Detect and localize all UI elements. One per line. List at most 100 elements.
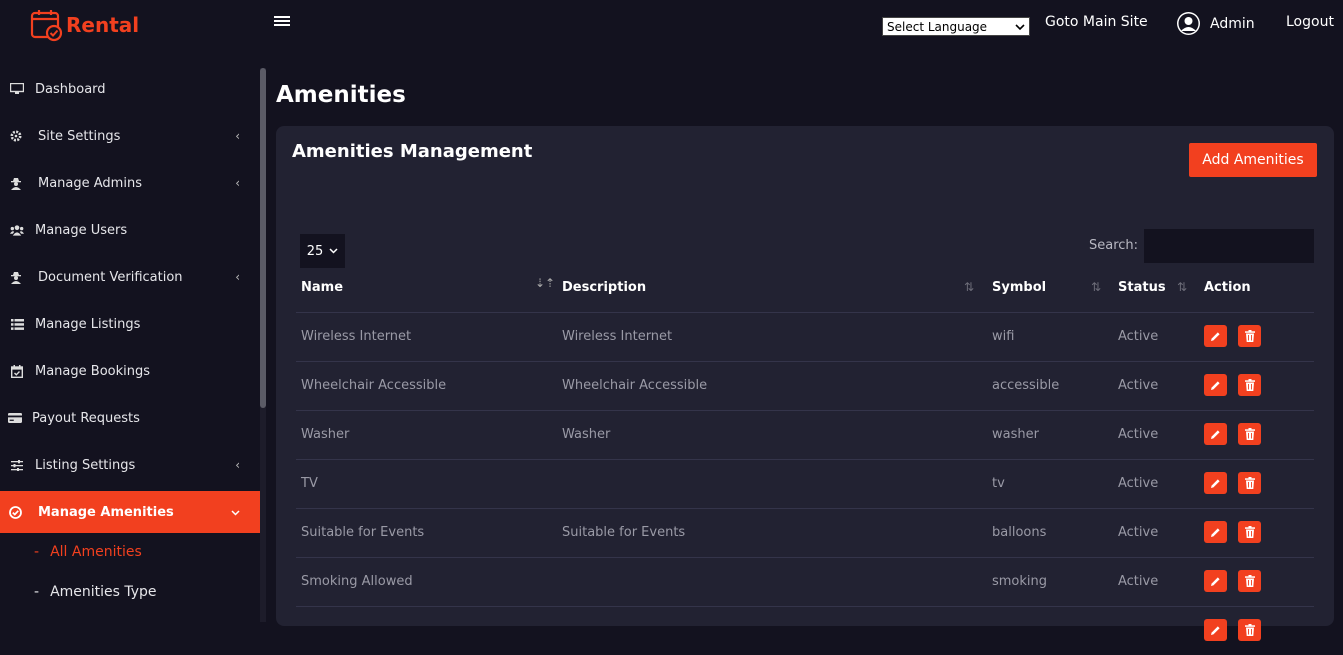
sidebar-item-manage-users[interactable]: Manage Users (0, 209, 260, 251)
edit-button[interactable] (1204, 325, 1227, 347)
edit-button[interactable] (1204, 374, 1227, 396)
pencil-icon (1211, 527, 1220, 537)
trash-icon (1244, 575, 1255, 587)
delete-button[interactable] (1238, 521, 1261, 543)
cell-name: Smoking Allowed (301, 574, 413, 589)
cell-name: Washer (301, 427, 350, 442)
edit-button[interactable] (1204, 619, 1227, 641)
trash-icon (1244, 379, 1255, 391)
search-input[interactable] (1144, 229, 1314, 263)
sidebar-item-label: Dashboard (35, 81, 106, 97)
goto-main-site-link[interactable]: Goto Main Site (1045, 14, 1148, 30)
edit-button[interactable] (1204, 521, 1227, 543)
sidebar-item-listing-settings[interactable]: Listing Settings ‹ (0, 444, 260, 486)
language-select[interactable]: Select Language (882, 17, 1030, 36)
sidebar-item-manage-amenities[interactable]: Manage Amenities (0, 491, 260, 533)
top-bar: Rental Select Language Goto Main Site Ad… (0, 0, 1343, 50)
pencil-icon (1211, 576, 1220, 586)
delete-button[interactable] (1238, 325, 1261, 347)
column-header-name[interactable]: Name (301, 280, 343, 295)
sidebar-item-dashboard[interactable]: Dashboard (0, 68, 260, 110)
chevron-left-icon: ‹ (235, 458, 240, 472)
sidebar-item-manage-admins[interactable]: Manage Admins ‹ (0, 162, 260, 204)
delete-button[interactable] (1238, 619, 1261, 641)
menu-toggle-icon[interactable] (274, 14, 290, 30)
cell-status: Active (1118, 427, 1159, 442)
language-select-value: Select Language (887, 19, 988, 34)
chevron-down-icon (1015, 23, 1025, 30)
cell-symbol: washer (992, 427, 1039, 442)
logout-link[interactable]: Logout (1286, 14, 1334, 30)
cell-symbol: accessible (992, 378, 1060, 393)
edit-button[interactable] (1204, 423, 1227, 445)
sidebar-scrollbar[interactable] (260, 68, 266, 622)
table-row: TV tv Active (296, 459, 1314, 508)
table-row: Wheelchair Accessible Wheelchair Accessib… (296, 361, 1314, 410)
sort-icon[interactable]: ⇅ (1177, 280, 1187, 294)
sort-desc-icon[interactable]: ⇣⇡ (535, 276, 555, 290)
calendar-check-icon (10, 364, 24, 378)
cell-name: Suitable for Events (301, 525, 425, 540)
sidebar-item-manage-bookings[interactable]: Manage Bookings (0, 350, 260, 392)
sidebar-subitem-amenities-type[interactable]: - Amenities Type (34, 584, 157, 600)
chevron-left-icon: ‹ (235, 270, 240, 284)
cell-symbol: balloons (992, 525, 1047, 540)
credit-card-icon (8, 411, 22, 425)
sidebar-item-document-verification[interactable]: Document Verification ‹ (0, 256, 260, 298)
pencil-icon (1211, 380, 1220, 390)
user-secret-icon (9, 176, 23, 190)
chevron-down-icon (329, 248, 338, 254)
sidebar-item-manage-listings[interactable]: Manage Listings (0, 303, 260, 345)
scrollbar-thumb[interactable] (260, 68, 266, 408)
sidebar-item-label: Document Verification (38, 269, 183, 285)
trash-icon (1244, 624, 1255, 636)
list-icon (10, 317, 24, 331)
delete-button[interactable] (1238, 472, 1261, 494)
admin-menu[interactable]: Admin (1176, 11, 1255, 36)
edit-button[interactable] (1204, 570, 1227, 592)
sort-icon[interactable]: ⇅ (964, 280, 974, 294)
cell-description: Suitable for Events (562, 525, 686, 540)
dash-marker: - (34, 544, 40, 560)
column-header-symbol[interactable]: Symbol (992, 280, 1046, 295)
delete-button[interactable] (1238, 374, 1261, 396)
sliders-icon (10, 458, 24, 472)
sidebar-item-payout-requests[interactable]: Payout Requests (0, 397, 260, 439)
cell-status: Active (1118, 476, 1159, 491)
cell-description: Wireless Internet (562, 329, 673, 344)
delete-button[interactable] (1238, 423, 1261, 445)
cell-name: TV (301, 476, 318, 491)
cell-name: Wireless Internet (301, 329, 412, 344)
pencil-icon (1211, 478, 1220, 488)
monitor-icon (10, 82, 24, 96)
admin-name: Admin (1210, 15, 1255, 32)
page-size-select[interactable]: 25 (300, 234, 345, 268)
search-label: Search: (1089, 238, 1139, 253)
delete-button[interactable] (1238, 570, 1261, 592)
cell-symbol: wifi (992, 329, 1015, 344)
edit-button[interactable] (1204, 472, 1227, 494)
column-header-description[interactable]: Description (562, 280, 646, 295)
calendar-check-icon (30, 10, 63, 42)
sidebar-item-label: Manage Bookings (35, 363, 151, 379)
logo[interactable]: Rental (30, 8, 139, 42)
sidebar-subitem-all-amenities[interactable]: - All Amenities (34, 544, 142, 560)
table-row: Wireless Internet Wireless Internet wifi Ac… (296, 312, 1314, 361)
sidebar-subitem-label: Amenities Type (50, 584, 157, 600)
cell-symbol: smoking (992, 574, 1048, 589)
sidebar-item-label: Manage Users (35, 222, 128, 238)
column-header-status[interactable]: Status (1118, 280, 1166, 295)
table-row: Washer Washer washer Active (296, 410, 1314, 459)
sort-icon[interactable]: ⇅ (1091, 280, 1101, 294)
chevron-left-icon: ‹ (235, 176, 240, 190)
pencil-icon (1211, 331, 1220, 341)
cell-status: Active (1118, 378, 1159, 393)
sidebar-item-site-settings[interactable]: Site Settings ‹ (0, 115, 260, 157)
table-row: Suitable for Events Suitable for Events ba… (296, 508, 1314, 557)
trash-icon (1244, 526, 1255, 538)
check-circle-icon (8, 505, 22, 519)
add-amenities-button[interactable]: Add Amenities (1189, 143, 1317, 177)
page-size-value: 25 (306, 243, 324, 259)
trash-icon (1244, 477, 1255, 489)
cell-status: Active (1118, 574, 1159, 589)
